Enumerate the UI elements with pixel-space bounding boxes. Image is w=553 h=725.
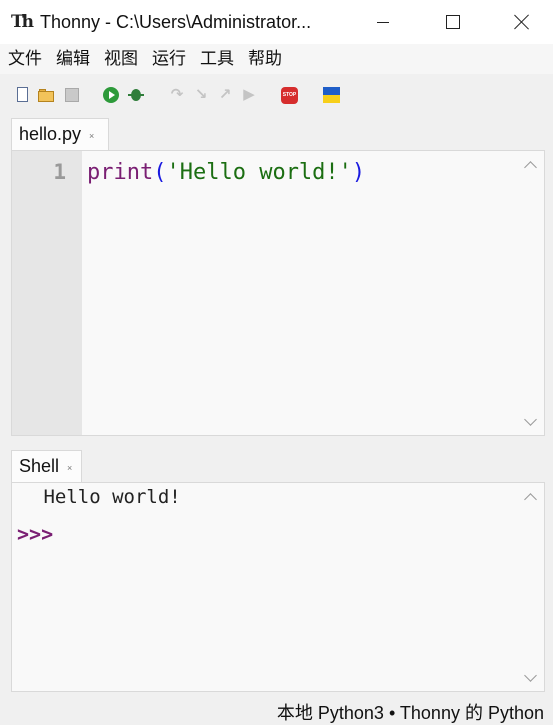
code-close-paren: ): [351, 160, 366, 185]
tab-label: Shell: [19, 456, 60, 476]
run-button[interactable]: [103, 87, 119, 103]
new-file-button[interactable]: [15, 87, 31, 103]
shell-scrollbar[interactable]: [520, 483, 544, 691]
debug-icon: [131, 89, 141, 101]
status-bar: 本地 Python3 • Thonny 的 Python: [0, 694, 553, 725]
tab-close-icon[interactable]: ×: [89, 131, 94, 141]
menu-file[interactable]: 文件: [8, 44, 42, 74]
line-number-gutter: 1: [12, 151, 82, 435]
title-bar: Th Thonny - C:\Users\Administrator...: [0, 0, 553, 44]
save-file-button[interactable]: [64, 87, 80, 103]
step-out-button[interactable]: ↗: [217, 87, 233, 103]
stop-icon: STOP: [281, 87, 298, 104]
step-into-icon: ↘: [194, 86, 208, 103]
window-title: Thonny - C:\Users\Administrator...: [40, 12, 312, 32]
menu-bar: 文件 编辑 视图 运行 工具 帮助: [0, 44, 553, 74]
menu-tools[interactable]: 工具: [200, 44, 234, 74]
tab-label: hello.py: [19, 124, 82, 144]
interpreter-status[interactable]: 本地 Python3 • Thonny 的 Python: [277, 699, 544, 725]
step-out-icon: ↗: [218, 86, 232, 103]
tab-shell[interactable]: Shell ×: [11, 450, 82, 482]
shell-output: Hello world!: [32, 486, 181, 508]
tab-hello-py[interactable]: hello.py ×: [11, 118, 109, 150]
line-number: 1: [53, 160, 66, 184]
save-file-icon: [65, 88, 79, 102]
thonny-app-icon: Th: [11, 12, 34, 32]
shell-panel[interactable]: Hello world! >>>: [11, 482, 545, 692]
close-window-button[interactable]: [499, 0, 545, 44]
toolbar: ↷ ↘ ↗ ▶ STOP: [0, 74, 553, 114]
step-over-icon: ↷: [170, 86, 184, 103]
ukraine-flag-button[interactable]: [323, 87, 340, 103]
editor-scrollbar[interactable]: [520, 151, 544, 435]
tab-close-icon[interactable]: ×: [67, 463, 72, 473]
debug-button[interactable]: [128, 87, 144, 103]
maximize-button[interactable]: [430, 0, 476, 44]
new-file-icon: [17, 87, 28, 102]
menu-help[interactable]: 帮助: [248, 44, 282, 74]
step-into-button[interactable]: ↘: [193, 87, 209, 103]
maximize-icon: [446, 15, 460, 29]
menu-run[interactable]: 运行: [152, 44, 186, 74]
code-line[interactable]: print('Hello world!'): [87, 159, 365, 187]
shell-prompt: >>>: [17, 522, 54, 546]
resume-button[interactable]: ▶: [241, 87, 257, 103]
menu-edit[interactable]: 编辑: [56, 44, 90, 74]
code-open-paren: (: [153, 160, 167, 185]
code-keyword: print: [87, 160, 154, 185]
code-string: 'Hello world!': [166, 160, 352, 185]
menu-view[interactable]: 视图: [104, 44, 138, 74]
minimize-icon: [377, 21, 389, 23]
stop-button[interactable]: STOP: [281, 87, 298, 104]
scroll-down-icon[interactable]: [524, 413, 537, 426]
close-icon: [514, 14, 530, 30]
step-over-button[interactable]: ↷: [169, 87, 185, 103]
ukraine-flag-icon: [323, 87, 340, 95]
open-file-button[interactable]: [38, 87, 54, 103]
minimize-button[interactable]: [360, 0, 406, 44]
resume-icon: ▶: [243, 86, 255, 103]
scroll-up-icon[interactable]: [524, 161, 537, 174]
code-editor[interactable]: 1 print('Hello world!'): [11, 150, 545, 436]
scroll-up-icon[interactable]: [524, 493, 537, 506]
scroll-down-icon[interactable]: [524, 669, 537, 682]
